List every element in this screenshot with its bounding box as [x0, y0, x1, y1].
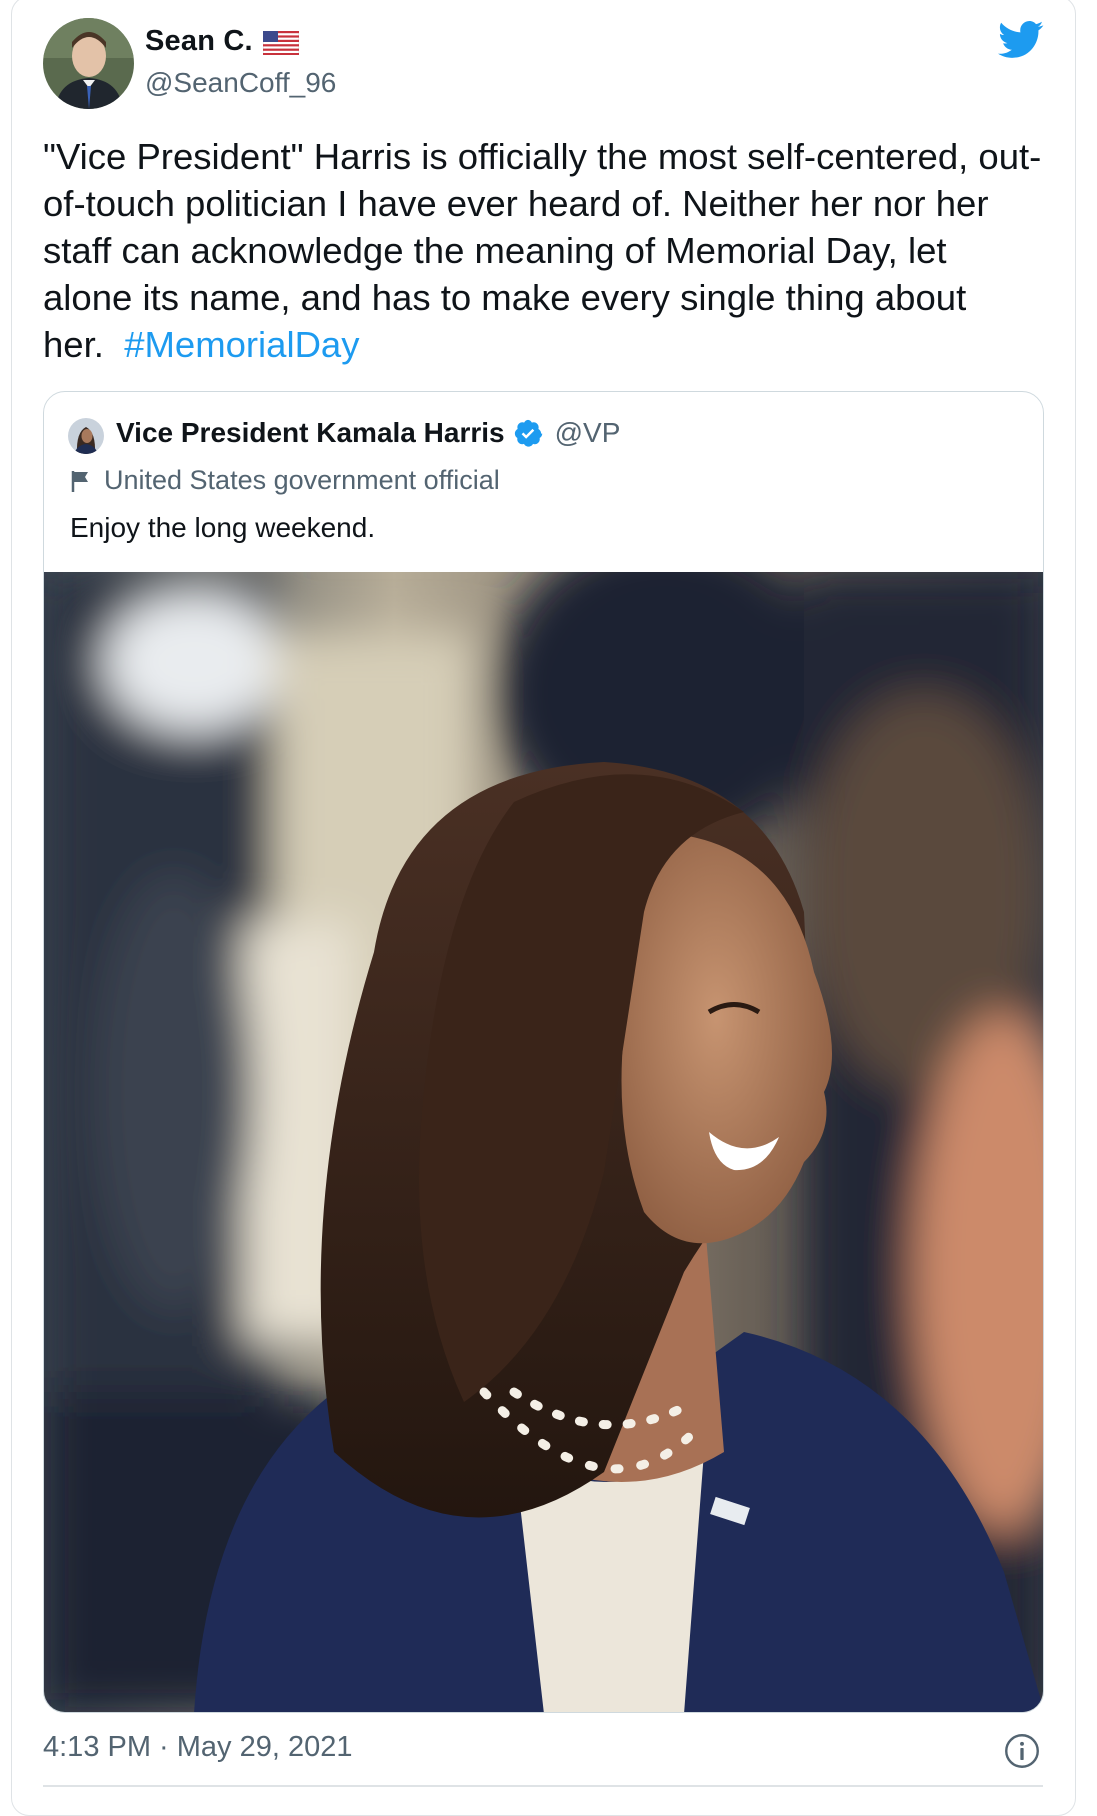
author-handle[interactable]: @SeanCoff_96 — [145, 67, 336, 99]
government-label[interactable]: United States government official — [70, 465, 500, 496]
tweet-text: "Vice President" Harris is officially th… — [43, 133, 1043, 368]
flag-outline-icon — [71, 470, 88, 492]
quoted-author-handle[interactable]: @VP — [555, 417, 621, 449]
quoted-author-avatar[interactable] — [68, 418, 104, 454]
hashtag-link[interactable]: #MemorialDay — [124, 324, 359, 365]
verified-badge-icon — [514, 419, 542, 447]
author-avatar[interactable] — [43, 18, 134, 109]
author-name-text[interactable]: Sean C. — [145, 25, 253, 58]
author-name[interactable]: Sean C. — [145, 25, 300, 58]
twitter-bird-icon[interactable] — [998, 20, 1044, 60]
tweet-timestamp[interactable]: 4:13 PM · May 29, 2021 — [43, 1731, 353, 1764]
us-flag-icon — [262, 30, 300, 55]
divider — [43, 1785, 1043, 1787]
government-label-text: United States government official — [104, 465, 500, 495]
quoted-author-name[interactable]: Vice President Kamala Harris @VP — [116, 417, 620, 449]
quoted-tweet[interactable]: Vice President Kamala Harris @VP United … — [43, 391, 1044, 1713]
quoted-tweet-photo[interactable] — [44, 572, 1044, 1713]
quoted-tweet-text: Enjoy the long weekend. — [70, 512, 376, 543]
info-icon[interactable] — [1004, 1733, 1040, 1769]
quoted-author-name-text[interactable]: Vice President Kamala Harris — [116, 417, 505, 449]
